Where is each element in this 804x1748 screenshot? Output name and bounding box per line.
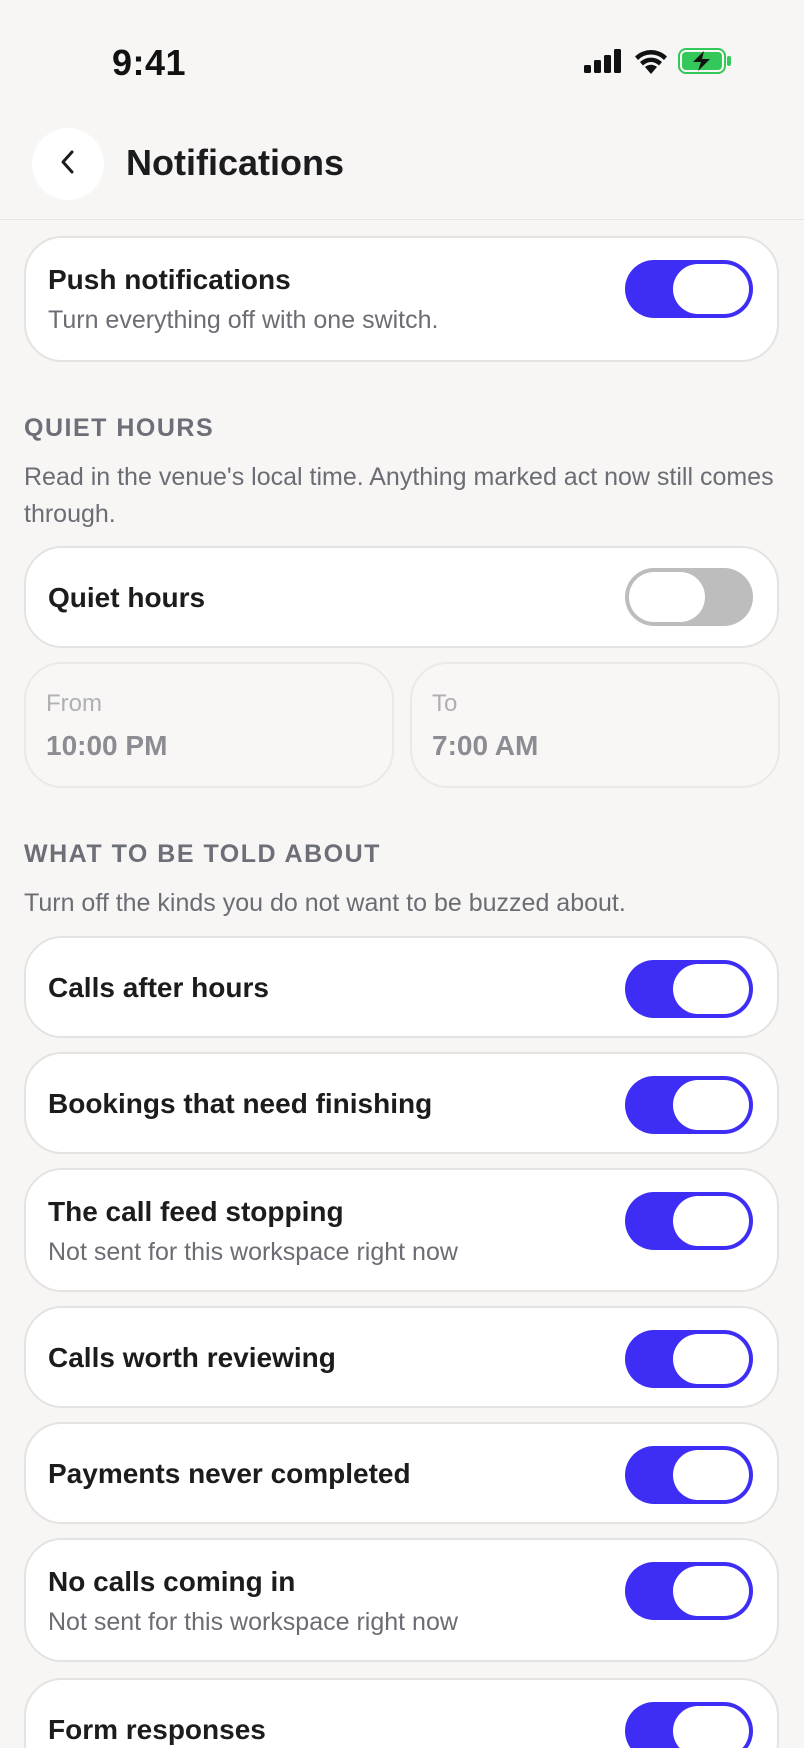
- notification-type-title: Form responses: [48, 1714, 266, 1745]
- notification-type-title: Bookings that need finishing: [48, 1088, 433, 1119]
- to-label: To: [432, 690, 458, 717]
- chevron-left-icon: [57, 147, 79, 182]
- call-feed-stopping-toggle[interactable]: [625, 1192, 753, 1250]
- push-notifications-title: Push notifications: [48, 264, 291, 295]
- told-about-section-label: WHAT TO BE TOLD ABOUT: [24, 840, 381, 868]
- from-value: 10:00 PM: [46, 730, 168, 761]
- payments-never-completed-toggle[interactable]: [625, 1446, 753, 1504]
- quiet-hours-toggle[interactable]: [625, 568, 753, 626]
- status-time: 9:41: [112, 42, 187, 83]
- quiet-hours-card: Quiet hours: [24, 546, 779, 648]
- quiet-hours-description: Read in the venue's local time. Anything…: [24, 463, 774, 528]
- form-responses-toggle[interactable]: [625, 1702, 753, 1748]
- toggle-knob: [673, 1450, 749, 1500]
- notification-type-row: The call feed stopping Not sent for this…: [24, 1168, 779, 1292]
- quiet-hours-title: Quiet hours: [48, 582, 206, 613]
- status-icons: [584, 48, 732, 74]
- status-bar: 9:41: [0, 0, 804, 110]
- notification-type-title: Payments never completed: [48, 1458, 411, 1489]
- notification-type-row: Calls worth reviewing: [24, 1306, 779, 1408]
- toggle-knob: [673, 1706, 749, 1748]
- quiet-hours-to-picker[interactable]: To 7:00 AM: [410, 662, 780, 788]
- back-button[interactable]: [32, 128, 104, 200]
- bookings-toggle[interactable]: [625, 1076, 753, 1134]
- wifi-icon: [634, 48, 668, 74]
- notification-type-title: Calls after hours: [48, 972, 269, 1003]
- toggle-knob: [673, 1080, 749, 1130]
- to-value: 7:00 AM: [432, 730, 539, 761]
- toggle-knob: [673, 264, 749, 314]
- quiet-hours-from-picker[interactable]: From 10:00 PM: [24, 662, 394, 788]
- notification-type-row: Bookings that need finishing: [24, 1052, 779, 1154]
- told-about-description: Turn off the kinds you do not want to be…: [24, 889, 626, 917]
- notification-type-title: No calls coming in: [48, 1566, 296, 1597]
- cellular-signal-icon: [584, 49, 624, 73]
- notification-type-title: The call feed stopping: [48, 1196, 344, 1227]
- toggle-knob: [673, 1334, 749, 1384]
- calls-after-hours-toggle[interactable]: [625, 960, 753, 1018]
- nav-header: Notifications: [0, 110, 804, 220]
- toggle-knob: [673, 964, 749, 1014]
- notification-type-subtitle: Not sent for this workspace right now: [48, 1608, 458, 1636]
- toggle-knob: [629, 572, 705, 622]
- push-notifications-toggle[interactable]: [625, 260, 753, 318]
- no-calls-coming-in-toggle[interactable]: [625, 1562, 753, 1620]
- page-title: Notifications: [126, 142, 345, 183]
- notification-type-row: No calls coming in Not sent for this wor…: [24, 1538, 779, 1662]
- battery-charging-icon: [678, 48, 732, 74]
- notification-type-row: Payments never completed: [24, 1422, 779, 1524]
- notification-type-row: Calls after hours: [24, 936, 779, 1038]
- push-notifications-subtitle: Turn everything off with one switch.: [48, 306, 439, 334]
- notification-type-subtitle: Not sent for this workspace right now: [48, 1238, 458, 1266]
- toggle-knob: [673, 1196, 749, 1246]
- push-notifications-card: Push notifications Turn everything off w…: [24, 236, 779, 362]
- toggle-knob: [673, 1566, 749, 1616]
- calls-worth-reviewing-toggle[interactable]: [625, 1330, 753, 1388]
- from-label: From: [46, 690, 102, 717]
- notification-type-title: Calls worth reviewing: [48, 1342, 336, 1373]
- notification-type-row: Form responses: [24, 1678, 779, 1748]
- quiet-hours-section-label: QUIET HOURS: [24, 414, 215, 442]
